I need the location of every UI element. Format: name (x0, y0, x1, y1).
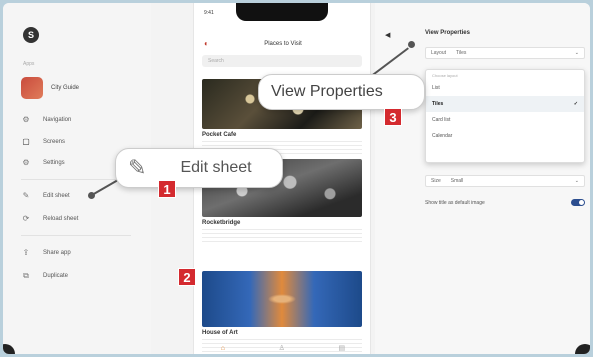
show-title-row: Show title as default image (425, 199, 585, 206)
app-item[interactable]: City Guide (21, 77, 79, 99)
dropdown-option-card-list[interactable]: Card list (426, 112, 584, 128)
avatar[interactable] (3, 344, 15, 354)
sidebar-item-duplicate[interactable]: ⧉ Duplicate (21, 271, 68, 281)
card-description (202, 228, 362, 242)
sidebar-item-share-app[interactable]: ⇪ Share app (21, 248, 71, 257)
list-item[interactable]: House of Art (202, 271, 362, 352)
panel-title: View Properties (425, 30, 470, 36)
step-badge-3: 3 (384, 108, 402, 126)
view-properties-callout: View Properties (258, 74, 425, 110)
field-value: Small (450, 178, 464, 184)
dropdown-header: Choose layout (432, 73, 458, 78)
properties-panel: ◀ View Properties Layout Tiles ⌄ Choose … (375, 3, 590, 354)
sidebar-item-settings[interactable]: ⚙ Settings (21, 158, 65, 167)
sidebar-item-label: Settings (43, 159, 65, 166)
tab-bar: ⌂ ♙ ▤ (194, 342, 372, 354)
sidebar-item-screens[interactable]: ▢ Screens (21, 137, 65, 146)
dropdown-option-tiles[interactable]: Tiles ✓ (426, 96, 584, 112)
option-label: List (432, 85, 440, 91)
size-select[interactable]: Size Small ⌄ (425, 175, 585, 187)
chevron-down-icon: ⌄ (574, 50, 579, 56)
check-icon: ✓ (573, 101, 578, 107)
option-label: Card list (432, 117, 451, 123)
sidebar-item-label: Navigation (43, 116, 72, 123)
step-badge-1: 1 (158, 180, 176, 198)
option-label: Calendar (432, 133, 453, 139)
sidebar-item-label: Duplicate (43, 273, 69, 279)
field-label: Layout (431, 50, 447, 56)
sidebar-item-label: Reload sheet (43, 215, 79, 222)
duplicate-icon: ⧉ (23, 271, 29, 280)
toggle-label: Show title as default image (425, 199, 485, 206)
search-input[interactable]: Search (202, 55, 362, 67)
layout-select[interactable]: Layout Tiles ⌄ (425, 47, 585, 59)
pencil-icon: ✎ (128, 155, 147, 180)
chevron-down-icon: ⌄ (574, 178, 579, 184)
sidebar-item-label: Share app (43, 249, 71, 256)
home-tab-icon[interactable]: ⌂ (221, 345, 225, 352)
callout-dot (408, 41, 415, 48)
phone-notch (236, 3, 328, 21)
sidebar-item-label: Edit sheet (43, 192, 70, 199)
help-icon[interactable] (575, 344, 590, 354)
sidebar-section-label: Apps (23, 61, 35, 67)
card-title: House of Art (202, 330, 238, 336)
card-title: Pocket Cafe (202, 132, 237, 138)
sidebar-item-reload-sheet[interactable]: ⟳ Reload sheet (21, 214, 79, 223)
gear-icon: ⚙ (22, 115, 30, 124)
settings-icon: ⚙ (22, 158, 30, 167)
dropdown-option-calendar[interactable]: Calendar (426, 128, 584, 144)
dropdown-option-list[interactable]: List (426, 80, 584, 96)
layout-dropdown: Choose layout List Tiles ✓ Card list Cal… (425, 69, 585, 163)
logo-icon: S (23, 27, 39, 43)
option-label: Tiles (432, 101, 444, 107)
sidebar-item-label: Screens (43, 138, 66, 145)
field-label: Size (431, 178, 441, 184)
show-title-toggle[interactable] (571, 199, 585, 206)
sidebar-item-navigation[interactable]: ⚙ Navigation (21, 115, 71, 124)
app-window: S Apps City Guide ⚙ Navigation ▢ Screens… (3, 3, 590, 354)
card-image (202, 271, 362, 327)
reload-icon: ⟳ (22, 214, 30, 223)
step-badge-2: 2 (178, 268, 196, 286)
app-thumbnail (21, 77, 43, 99)
share-icon: ⇪ (22, 248, 30, 257)
edit-sheet-callout: ✎ Edit sheet (115, 148, 283, 188)
map-tab-icon[interactable]: ▤ (339, 344, 346, 352)
profile-tab-icon[interactable]: ♙ (279, 344, 285, 352)
screen-icon: ▢ (22, 137, 30, 146)
callout-label: Edit sheet (180, 159, 252, 176)
collapse-icon[interactable]: ◀ (385, 31, 390, 39)
app-name: City Guide (51, 85, 80, 91)
callout-label: View Properties (271, 83, 383, 100)
screen-title: Places to Visit (264, 41, 302, 47)
field-value: Tiles (456, 50, 467, 56)
status-time: 9:41 (204, 10, 214, 16)
sidebar-divider (21, 235, 131, 236)
pencil-icon: ✎ (22, 191, 30, 200)
sidebar-item-edit-sheet[interactable]: ✎ Edit sheet (21, 191, 70, 200)
card-title: Rocketbridge (202, 220, 241, 226)
